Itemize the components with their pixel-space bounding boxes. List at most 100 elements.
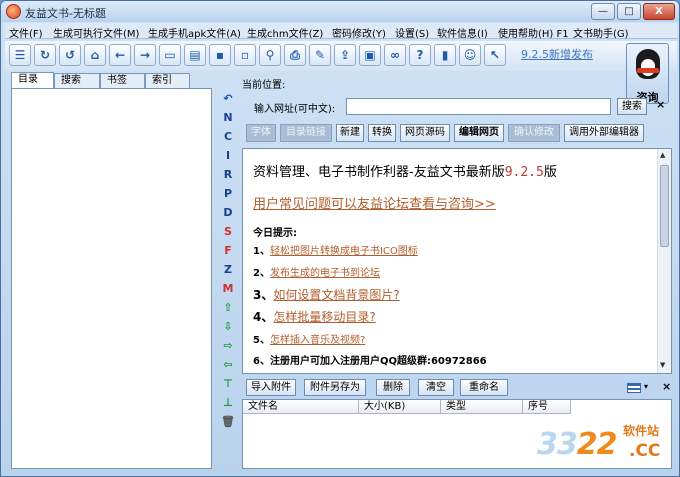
- menu-password[interactable]: 密码修改(Y): [332, 25, 386, 40]
- headline-version: 9.2.5: [504, 165, 544, 180]
- search-button[interactable]: 搜索: [617, 98, 647, 115]
- strip-p[interactable]: P: [220, 186, 236, 202]
- tab-toc[interactable]: 目录: [11, 72, 54, 89]
- page-source-button[interactable]: 网页源码: [400, 124, 450, 142]
- menu-build-apk[interactable]: 生成手机apk文件(A): [148, 25, 241, 40]
- tip-item: 4、怎样批量移动目录?: [253, 308, 376, 325]
- headline-suffix: 版: [543, 165, 557, 180]
- scroll-down-icon[interactable]: ▼: [660, 361, 665, 369]
- strip-f[interactable]: F: [220, 243, 236, 259]
- strip-m[interactable]: M: [220, 281, 236, 297]
- toc-link-button[interactable]: 目录链接: [280, 124, 332, 142]
- column-type[interactable]: 类型: [441, 400, 523, 414]
- convert-button[interactable]: 转换: [368, 124, 396, 142]
- delete-attachment-button[interactable]: 删除: [376, 379, 410, 396]
- smiley-icon[interactable]: ☺: [459, 44, 481, 66]
- edit-icon[interactable]: ✎: [309, 44, 331, 66]
- open-folder-icon[interactable]: ▤: [184, 44, 206, 66]
- trash-icon[interactable]: 🗑: [220, 414, 236, 430]
- new-button[interactable]: 新建: [336, 124, 364, 142]
- scroll-up-icon[interactable]: ▲: [660, 151, 665, 159]
- book-icon[interactable]: ▮: [434, 44, 456, 66]
- strip-r[interactable]: R: [220, 167, 236, 183]
- back-icon[interactable]: ←: [109, 44, 131, 66]
- reload-icon[interactable]: ↺: [59, 44, 81, 66]
- tip-link[interactable]: 怎样批量移动目录?: [273, 310, 375, 324]
- content-scrollbar[interactable]: ▲ ▼: [657, 149, 671, 373]
- tab-search[interactable]: 搜索: [54, 73, 100, 88]
- strip-c[interactable]: C: [220, 129, 236, 145]
- clear-attachments-button[interactable]: 清空: [418, 379, 454, 396]
- right-panel: 当前位置: 输入网址(可中文): 搜索 × 字体 目录链接 新建 转换 网页源码 编辑网页…: [242, 72, 672, 469]
- menu-software-info[interactable]: 软件信息(I): [437, 25, 488, 40]
- strip-d[interactable]: D: [220, 205, 236, 221]
- menu-assistant[interactable]: 文书助手(G): [573, 25, 629, 40]
- move-bottom-icon[interactable]: ⊥: [220, 395, 236, 411]
- import-attachment-button[interactable]: 导入附件: [246, 379, 296, 396]
- refresh-icon[interactable]: ↻: [34, 44, 56, 66]
- view-dropdown-icon[interactable]: ▾: [644, 382, 648, 391]
- tip-number: 2、: [253, 268, 270, 279]
- print-icon[interactable]: ⎙: [284, 44, 306, 66]
- list-view-icon[interactable]: [627, 383, 641, 393]
- menu-build-exe[interactable]: 生成可执行文件(M): [53, 25, 139, 40]
- menu-help[interactable]: 使用帮助(H) F1: [498, 25, 569, 40]
- edit-page-button[interactable]: 编辑网页: [454, 124, 504, 142]
- tip-link[interactable]: 如何设置文档背景图片?: [273, 288, 399, 302]
- faq-forum-link[interactable]: 用户常见问题可以友益论坛查看与咨询>>: [253, 193, 496, 212]
- menu-settings[interactable]: 设置(S): [395, 25, 429, 40]
- move-up-icon[interactable]: ⇧: [220, 300, 236, 316]
- new-release-link[interactable]: 9.2.5新增发布: [521, 46, 593, 62]
- tip-item: 2、发布生成的电子书到论坛: [253, 264, 380, 279]
- export-icon[interactable]: ⇪: [334, 44, 356, 66]
- tip-number: 6、: [253, 356, 270, 367]
- strip-z[interactable]: Z: [220, 262, 236, 278]
- save-as-icon[interactable]: ▫: [234, 44, 256, 66]
- home-icon[interactable]: ⌂: [84, 44, 106, 66]
- external-editor-button[interactable]: 调用外部编辑器: [564, 124, 644, 142]
- app-window: 友益文书-无标题 — □ X 文件(F) 生成可执行文件(M) 生成手机apk文…: [0, 0, 680, 477]
- menu-file[interactable]: 文件(F): [9, 25, 43, 40]
- toc-tree[interactable]: [11, 88, 212, 469]
- menu-build-chm[interactable]: 生成chm文件(Z): [247, 25, 323, 40]
- minimize-button[interactable]: —: [591, 3, 615, 20]
- current-location-label: 当前位置:: [242, 80, 286, 91]
- strip-s[interactable]: S: [220, 224, 236, 240]
- column-filename[interactable]: 文件名: [243, 400, 359, 414]
- compile-icon[interactable]: ▣: [359, 44, 381, 66]
- undo-arrow-icon[interactable]: ↶: [220, 91, 236, 107]
- tip-number: 5、: [253, 335, 270, 346]
- confirm-edit-button[interactable]: 确认修改: [508, 124, 560, 142]
- save-attachment-as-button[interactable]: 附件另存为: [304, 379, 366, 396]
- tip-link[interactable]: 发布生成的电子书到论坛: [270, 268, 380, 279]
- font-button[interactable]: 字体: [246, 124, 276, 142]
- outline-icon[interactable]: ☰: [9, 44, 31, 66]
- move-top-icon[interactable]: ⊤: [220, 376, 236, 392]
- watermark-digits-1: 33: [537, 427, 578, 462]
- scroll-thumb[interactable]: [660, 165, 669, 247]
- link-icon[interactable]: ∞: [384, 44, 406, 66]
- tip-link[interactable]: 轻松把图片转换成电子书ICO图标: [270, 246, 418, 257]
- help-icon[interactable]: ?: [409, 44, 431, 66]
- strip-n[interactable]: N: [220, 110, 236, 126]
- pointer-icon[interactable]: ↖: [484, 44, 506, 66]
- url-close-icon[interactable]: ×: [656, 98, 665, 111]
- forward-icon[interactable]: →: [134, 44, 156, 66]
- new-document-icon[interactable]: ▭: [159, 44, 181, 66]
- move-left-icon[interactable]: ⇦: [220, 357, 236, 373]
- toc-side-toolbar: ↶ N C I R P D S F Z M ⇧ ⇩ ⇨ ⇦ ⊤ ⊥ 🗑: [216, 91, 240, 469]
- maximize-button[interactable]: □: [617, 3, 641, 20]
- tip-link[interactable]: 怎样插入音乐及视频?: [270, 335, 365, 346]
- tab-bookmarks[interactable]: 书签: [100, 73, 145, 88]
- strip-i[interactable]: I: [220, 148, 236, 164]
- close-button[interactable]: X: [643, 3, 675, 20]
- tab-index[interactable]: 索引: [145, 73, 190, 88]
- url-input[interactable]: [346, 98, 611, 115]
- move-right-icon[interactable]: ⇨: [220, 338, 236, 354]
- rename-attachment-button[interactable]: 重命名: [460, 379, 508, 396]
- attachment-close-icon[interactable]: ×: [662, 380, 671, 393]
- column-size[interactable]: 大小(KB): [359, 400, 441, 414]
- move-down-icon[interactable]: ⇩: [220, 319, 236, 335]
- save-icon[interactable]: ▪: [209, 44, 231, 66]
- find-icon[interactable]: ⚲: [259, 44, 281, 66]
